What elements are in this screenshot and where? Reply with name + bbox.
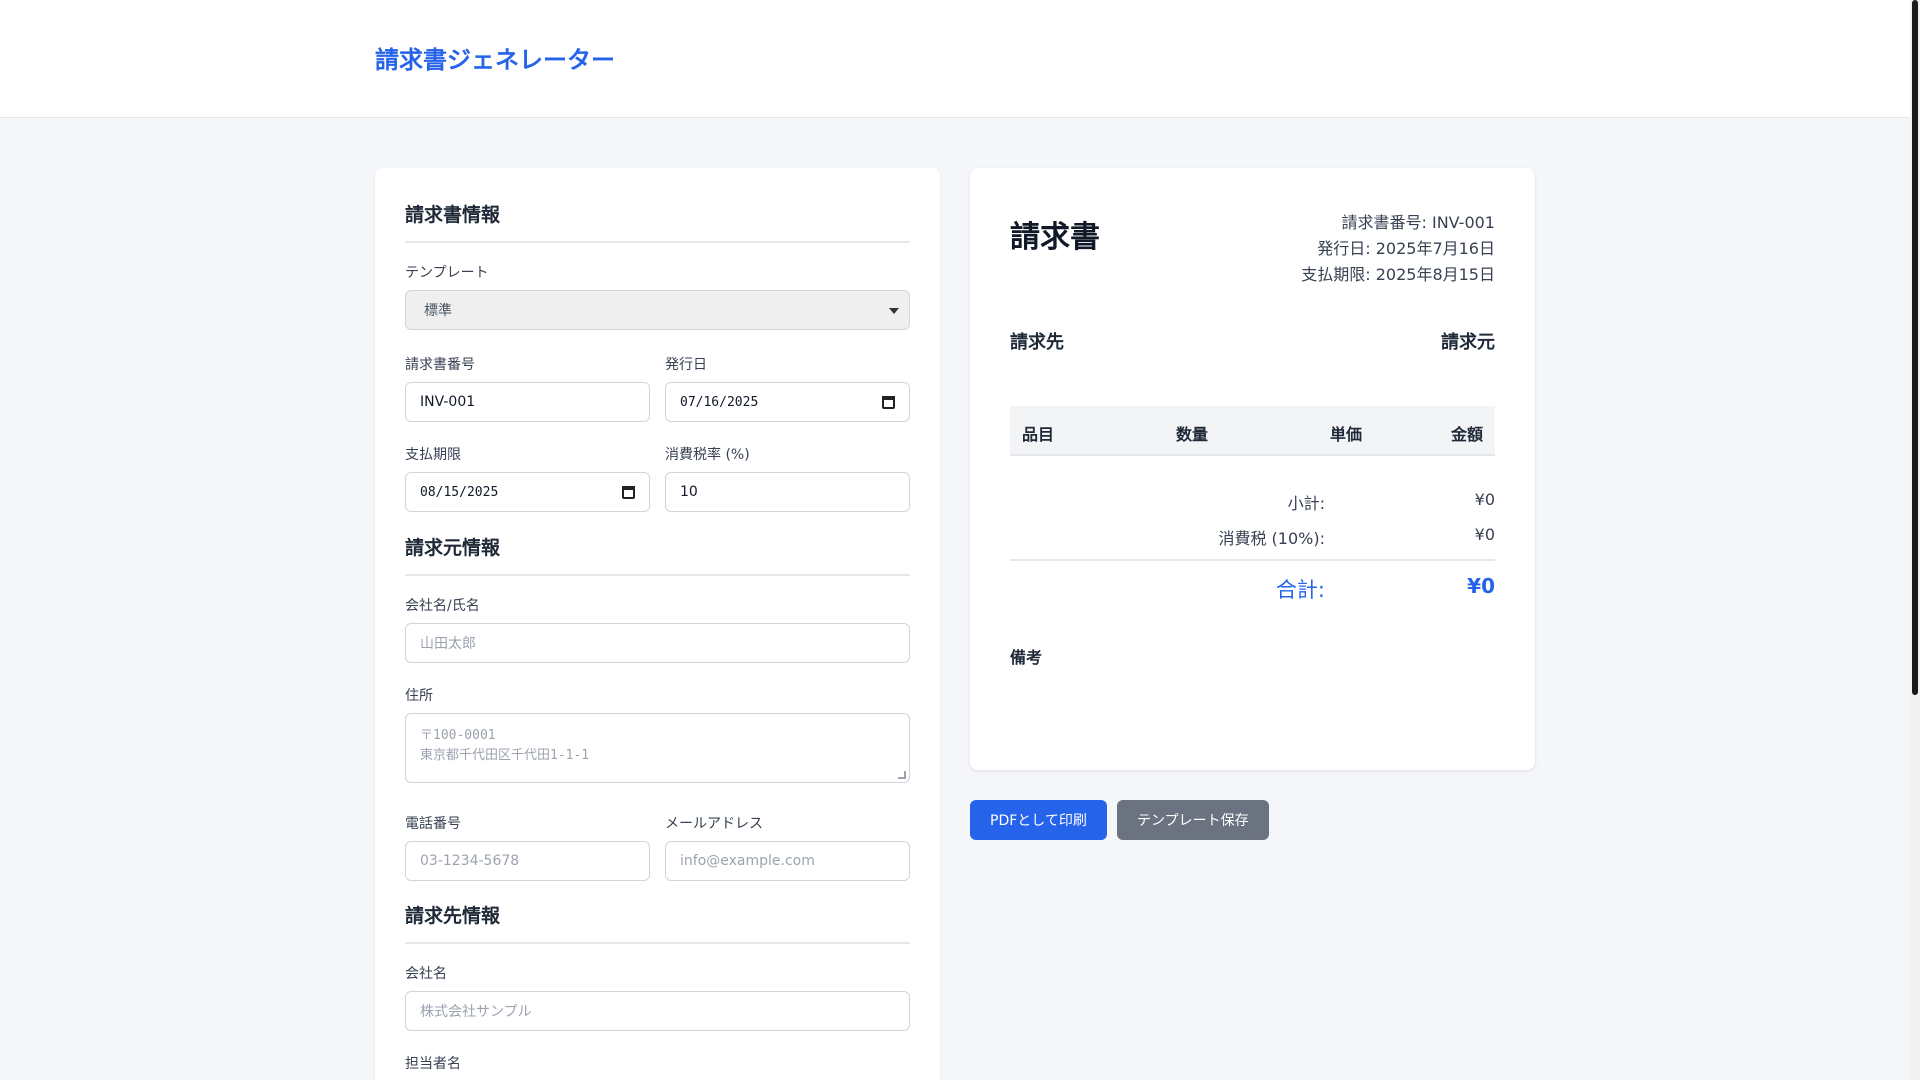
sender-email-label: メールアドレス	[665, 816, 763, 832]
preview-invoice-number: 請求書番号: INV-001	[1341, 213, 1496, 232]
scrollbar-thumb[interactable]	[1912, 0, 1918, 695]
totals-divider	[1010, 559, 1495, 561]
total-label: 合計:	[1275, 578, 1325, 602]
scrollbar[interactable]	[1910, 0, 1920, 1080]
template-select-value: 標準	[424, 303, 452, 319]
template-select[interactable]: 標準	[405, 290, 910, 330]
preview-due-date: 支払期限: 2025年8月15日	[1301, 265, 1495, 284]
print-pdf-button[interactable]: PDFとして印刷	[970, 800, 1107, 840]
column-header-quantity: 数量	[1176, 425, 1209, 444]
bill-to-heading: 請求先	[1010, 332, 1064, 353]
calendar-icon[interactable]	[882, 396, 895, 409]
bill-from-heading: 請求元	[1441, 332, 1495, 353]
tax-rate-input[interactable]: 10	[665, 472, 910, 512]
invoice-number-label: 請求書番号	[405, 357, 475, 373]
due-date-label: 支払期限	[405, 447, 461, 463]
subtotal-label: 小計:	[1287, 494, 1325, 513]
issue-date-label: 発行日	[665, 357, 707, 373]
items-table-header: 品目 数量 単価 金額	[1010, 406, 1495, 456]
app-title: 請求書ジェネレーター	[375, 46, 615, 74]
client-company-input[interactable]: 株式会社サンプル	[405, 991, 910, 1031]
tax-label: 消費税 (10%):	[1218, 529, 1325, 548]
address-placeholder-line: 〒100-0001	[420, 728, 496, 743]
chevron-down-icon	[889, 308, 899, 314]
resize-handle-icon[interactable]	[898, 771, 906, 779]
client-info-section-title: 請求先情報	[405, 901, 910, 944]
subtotal-value: ¥0	[1474, 490, 1495, 509]
sender-name-label: 会社名/氏名	[405, 598, 480, 614]
sender-info-section-title: 請求元情報	[405, 533, 910, 576]
sender-phone-input[interactable]: 03-1234-5678	[405, 841, 650, 881]
tax-rate-label: 消費税率 (%)	[665, 447, 750, 463]
preview-meta: 請求書番号: INV-001 発行日: 2025年7月16日 支払期限: 202…	[1301, 210, 1495, 288]
client-contact-label: 担当者名	[405, 1056, 461, 1072]
preview-issue-date: 発行日: 2025年7月16日	[1317, 239, 1495, 258]
sender-address-label: 住所	[405, 688, 433, 704]
notes-heading: 備考	[1010, 648, 1043, 667]
invoice-info-section-title: 請求書情報	[405, 200, 910, 243]
sender-name-input[interactable]: 山田太郎	[405, 623, 910, 663]
total-value: ¥0	[1467, 574, 1495, 598]
calendar-icon[interactable]	[622, 486, 635, 499]
due-date-input[interactable]: 08/15/2025	[405, 472, 650, 512]
due-date-value: 08/15/2025	[420, 484, 499, 500]
column-header-amount: 金額	[1450, 425, 1483, 444]
issue-date-input[interactable]: 07/16/2025	[665, 382, 910, 422]
sender-address-textarea[interactable]: 〒100-0001 東京都千代田区千代田1-1-1	[405, 713, 910, 783]
tax-value: ¥0	[1474, 525, 1495, 544]
client-company-label: 会社名	[405, 966, 447, 982]
sender-phone-label: 電話番号	[405, 816, 461, 832]
app-header: 請求書ジェネレーター	[0, 0, 1910, 118]
column-header-unit-price: 単価	[1330, 425, 1363, 444]
template-label: テンプレート	[405, 265, 489, 281]
save-template-button[interactable]: テンプレート保存	[1117, 800, 1269, 840]
invoice-preview-panel: 請求書 請求書番号: INV-001 発行日: 2025年7月16日 支払期限:…	[970, 168, 1535, 770]
column-header-item: 品目	[1022, 425, 1055, 444]
issue-date-value: 07/16/2025	[680, 394, 759, 410]
invoice-form-panel: 請求書情報 テンプレート 標準 請求書番号 INV-001 発行日 07/16/…	[375, 168, 940, 1080]
preview-title: 請求書	[1010, 220, 1100, 255]
sender-email-input[interactable]: info@example.com	[665, 841, 910, 881]
invoice-number-input[interactable]: INV-001	[405, 382, 650, 422]
address-placeholder-line: 東京都千代田区千代田1-1-1	[420, 748, 590, 763]
